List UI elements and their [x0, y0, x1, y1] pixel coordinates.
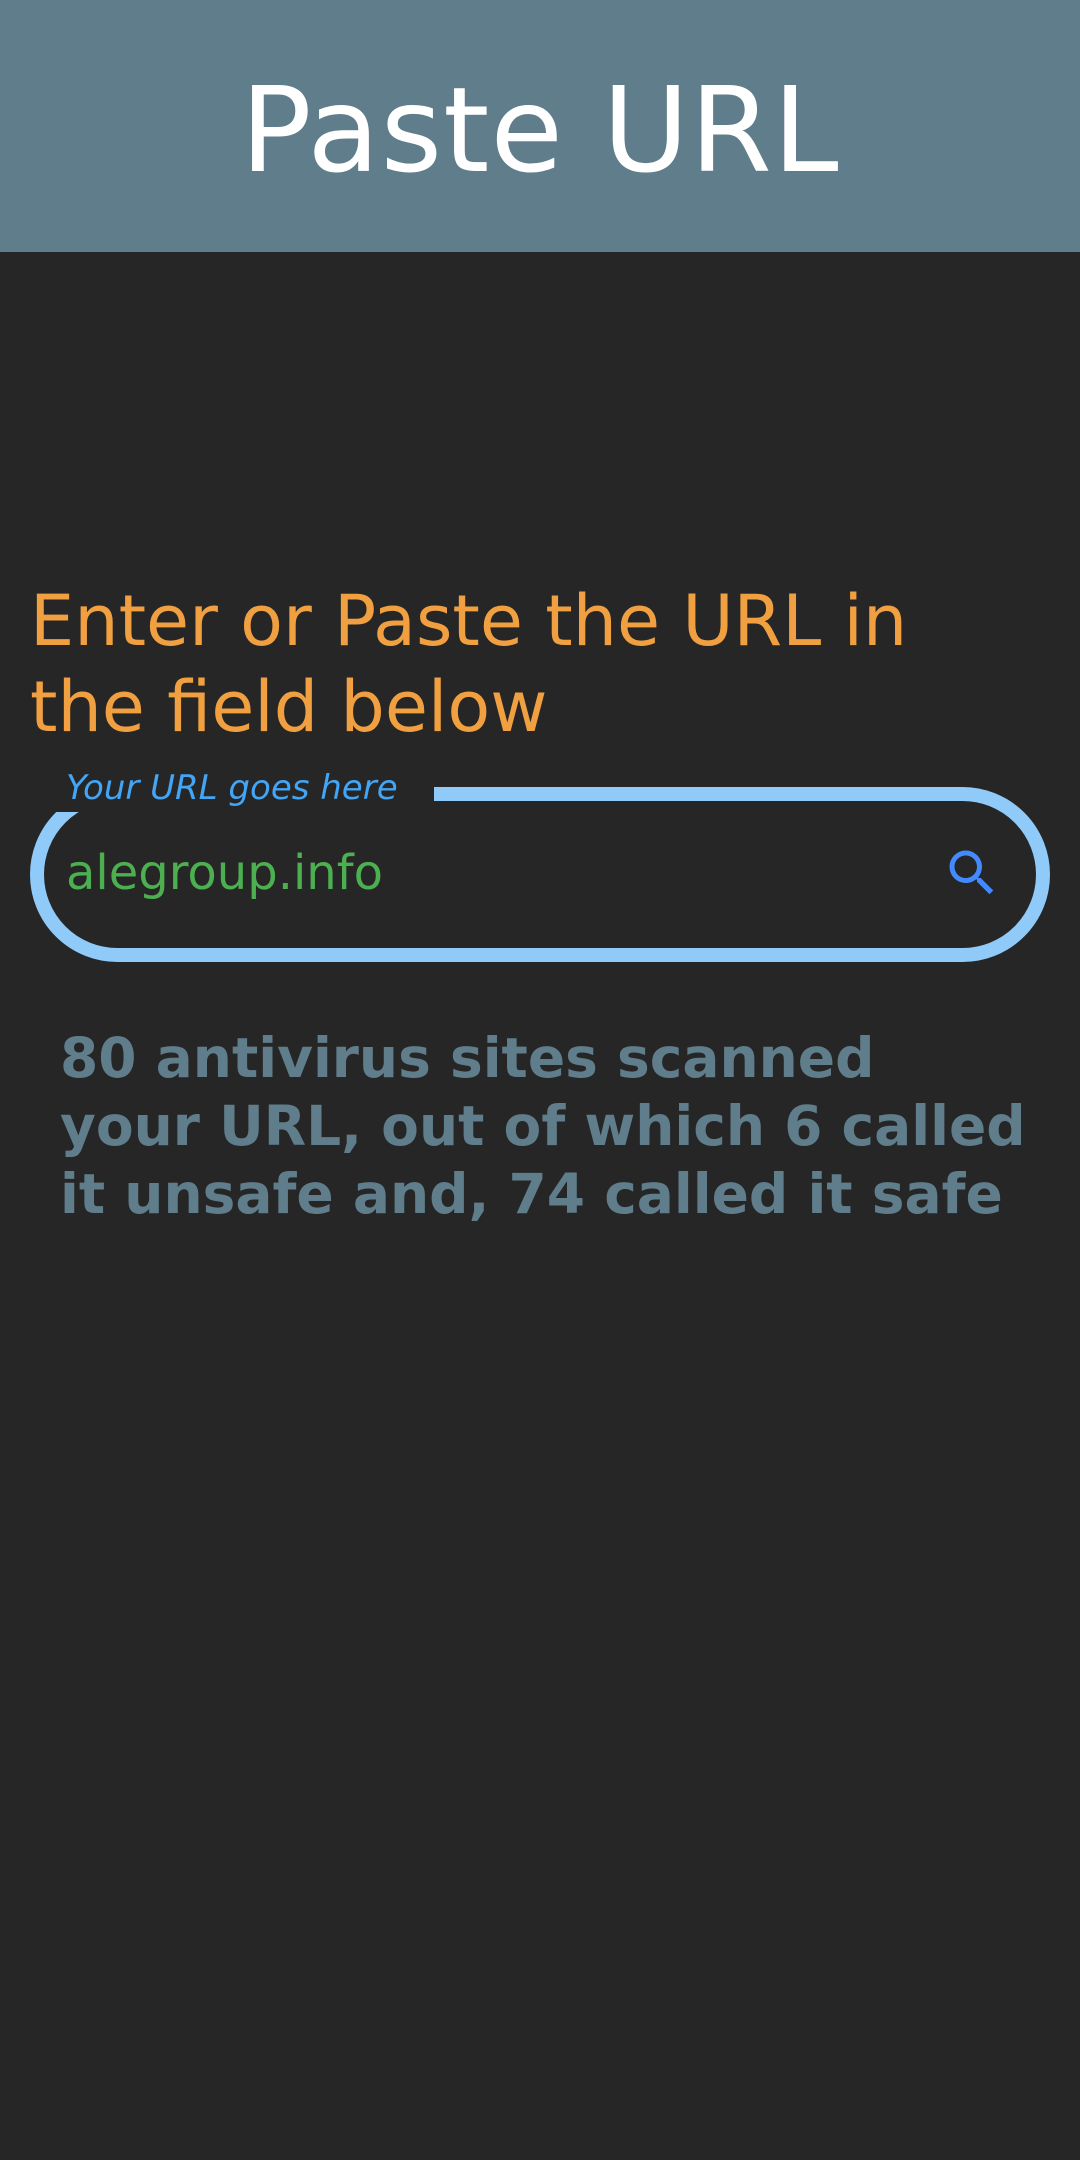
instruction-text: Enter or Paste the URL in the field belo… [30, 580, 908, 748]
url-field-label: Your URL goes here [66, 768, 398, 808]
app-title: Paste URL [240, 61, 840, 199]
search-button[interactable] [940, 843, 1004, 907]
search-icon [942, 843, 1002, 907]
url-input[interactable] [66, 838, 886, 908]
app-bar: Paste URL [0, 0, 1080, 252]
scan-result-text: 80 antivirus sites scanned your URL, out… [60, 1026, 1026, 1226]
